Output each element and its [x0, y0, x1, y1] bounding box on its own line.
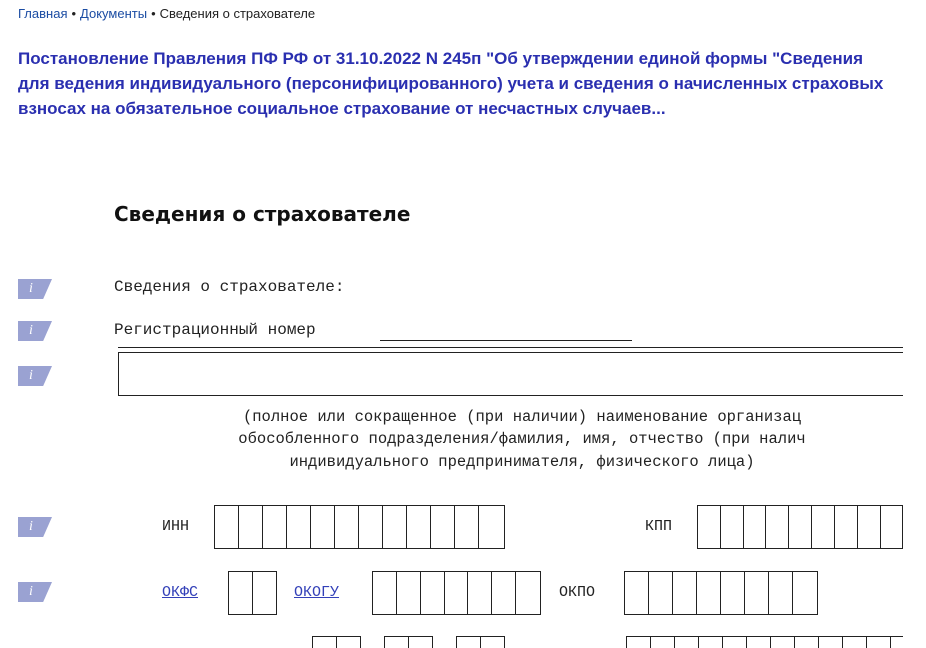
okpo-cell[interactable]	[649, 572, 673, 614]
okpo-cell[interactable]	[697, 572, 721, 614]
okpo-label: ОКПО	[559, 584, 596, 601]
breadcrumb: Главная • Документы • Сведения о страховател…	[18, 6, 315, 21]
okogu-cell[interactable]	[373, 572, 397, 614]
content-clip	[903, 340, 926, 643]
inn-label: ИНН	[162, 518, 190, 535]
next-row-cells	[456, 636, 505, 648]
inn-cell[interactable]	[407, 506, 431, 548]
okogu-cell[interactable]	[516, 572, 540, 614]
okpo-cell[interactable]	[793, 572, 817, 614]
form-heading: Сведения о страхователе:	[114, 278, 345, 296]
breadcrumb-documents[interactable]: Документы	[80, 6, 147, 21]
info-icon[interactable]: i	[18, 279, 52, 299]
okpo-cell[interactable]	[673, 572, 697, 614]
page-title: Постановление Правления ПФ РФ от 31.10.2…	[18, 49, 884, 118]
inn-cell[interactable]	[287, 506, 311, 548]
inn-cell[interactable]	[479, 506, 503, 548]
okfs-link[interactable]: ОКФС	[162, 584, 198, 601]
breadcrumb-separator: •	[151, 6, 156, 21]
kpp-cell[interactable]	[835, 506, 858, 548]
info-icon[interactable]: i	[18, 321, 52, 341]
inn-cell[interactable]	[359, 506, 383, 548]
kpp-label: КПП	[645, 518, 673, 535]
breadcrumb-home[interactable]: Главная	[18, 6, 67, 21]
okpo-cell[interactable]	[721, 572, 745, 614]
breadcrumb-current: Сведения о страхователе	[159, 6, 316, 21]
info-icon[interactable]: i	[18, 517, 52, 537]
okogu-cells[interactable]	[372, 571, 541, 615]
kpp-cell[interactable]	[698, 506, 721, 548]
okfs-cells[interactable]	[228, 571, 277, 615]
kpp-cell[interactable]	[721, 506, 744, 548]
inn-cell[interactable]	[215, 506, 239, 548]
okogu-cell[interactable]	[421, 572, 445, 614]
kpp-cell[interactable]	[744, 506, 767, 548]
okogu-cell[interactable]	[397, 572, 421, 614]
kpp-cell[interactable]	[812, 506, 835, 548]
kpp-cell[interactable]	[858, 506, 881, 548]
name-caption-line: индивидуального предпринимателя, физичес…	[289, 453, 755, 471]
okfs-cell[interactable]	[253, 572, 276, 614]
inn-cell[interactable]	[383, 506, 407, 548]
okpo-cell[interactable]	[745, 572, 769, 614]
name-caption-line: (полное или сокращенное (при наличии) на…	[242, 408, 802, 426]
breadcrumb-separator: •	[71, 6, 77, 21]
okpo-cell[interactable]	[625, 572, 649, 614]
okogu-cell[interactable]	[468, 572, 493, 614]
next-row-cells	[312, 636, 361, 648]
info-icon[interactable]: i	[18, 366, 52, 386]
inn-cell[interactable]	[311, 506, 335, 548]
okogu-cell[interactable]	[445, 572, 469, 614]
next-row-cells	[384, 636, 433, 648]
okogu-link[interactable]: ОКОГУ	[294, 584, 339, 601]
inn-cell[interactable]	[335, 506, 359, 548]
next-row-cells	[626, 636, 926, 648]
kpp-cell[interactable]	[881, 506, 904, 548]
inn-cells[interactable]	[214, 505, 505, 549]
inn-cell[interactable]	[263, 506, 287, 548]
okpo-cells[interactable]	[624, 571, 818, 615]
okfs-cell[interactable]	[229, 572, 253, 614]
reg-number-field[interactable]	[380, 340, 632, 341]
inn-cell[interactable]	[431, 506, 455, 548]
okpo-cell[interactable]	[769, 572, 793, 614]
section-title: Сведения о страхователе	[114, 202, 411, 226]
name-field[interactable]	[118, 352, 926, 396]
inn-cell[interactable]	[455, 506, 479, 548]
kpp-cell[interactable]	[766, 506, 790, 548]
kpp-cell[interactable]	[789, 506, 813, 548]
info-icon[interactable]: i	[18, 582, 52, 602]
name-top-line	[118, 347, 926, 348]
okogu-cell[interactable]	[492, 572, 517, 614]
inn-cell[interactable]	[239, 506, 263, 548]
kpp-cells[interactable]	[697, 505, 926, 549]
name-caption-line: обособленного подразделения/фамилия, имя…	[238, 430, 806, 448]
reg-number-label: Регистрационный номер	[114, 321, 316, 339]
